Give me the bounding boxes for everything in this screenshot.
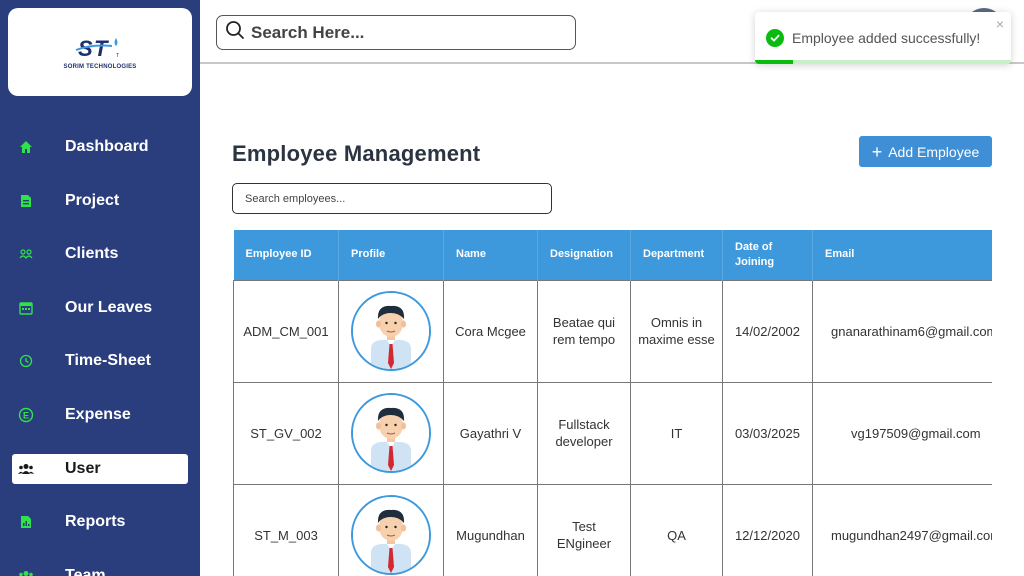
cell-employee-id: ADM_CM_001 [233, 279, 339, 383]
page-title: Employee Management [232, 141, 481, 166]
sidebar-item-team[interactable]: Team [12, 561, 188, 576]
sidebar-item-label: User [65, 460, 101, 477]
column-header-profile[interactable]: Profile [338, 230, 444, 280]
cell-name: Cora Mcgee [443, 279, 538, 383]
sidebar-item-dashboard[interactable]: Dashboard [12, 132, 188, 162]
success-toast: Employee added successfully! × [755, 12, 1011, 64]
cell-designation: Beatae qui rem tempo [537, 279, 631, 383]
toast-progress-bar [755, 60, 1011, 64]
team-icon [18, 568, 34, 576]
brand-logo[interactable]: S T T SORIM TECHNOLOGIES [8, 8, 192, 96]
company-name: SORIM TECHNOLOGIES [63, 64, 137, 70]
sidebar-item-label: Team [65, 567, 106, 576]
sidebar-item-label: Time-Sheet [65, 352, 151, 369]
search-icon [225, 20, 245, 45]
cell-name: Gayathri V [443, 381, 538, 485]
employee-avatar[interactable] [351, 495, 431, 575]
cell-date-of-joining: 03/03/2025 [722, 381, 813, 485]
employee-search-input[interactable] [232, 183, 552, 214]
cell-profile [338, 279, 444, 383]
column-header-department[interactable]: Department [630, 230, 723, 280]
sidebar-item-time-sheet[interactable]: Time-Sheet [12, 346, 188, 376]
toast-progress-fill [755, 60, 794, 64]
cell-profile [338, 483, 444, 576]
cell-email: gnanarathinam6@gmail.com [812, 279, 992, 383]
sidebar-item-our-leaves[interactable]: Our Leaves [12, 293, 188, 323]
cell-designation: Test ENgineer [537, 483, 631, 576]
table-row[interactable]: ST_GV_002 Gayathri V Fullstack developer… [233, 381, 992, 485]
cell-department: IT [630, 381, 723, 485]
add-employee-label: Add Employee [888, 143, 980, 160]
sidebar-item-project[interactable]: Project [12, 186, 188, 216]
cell-designation: Fullstack developer [537, 381, 631, 485]
global-search-input[interactable] [251, 22, 551, 43]
sidebar-item-expense[interactable]: E Expense [12, 400, 188, 430]
cell-employee-id: ST_M_003 [233, 483, 339, 576]
sidebar-item-reports[interactable]: Reports [12, 507, 188, 537]
sidebar-item-label: Our Leaves [65, 299, 153, 316]
home-icon [18, 139, 34, 155]
table-row[interactable]: ST_M_003 Mugundhan Test ENgineer QA 12/1… [233, 483, 992, 576]
logo-mark: S T T [72, 34, 128, 62]
sidebar-item-label: Clients [65, 245, 119, 262]
table-row[interactable]: ADM_CM_001 Cora Mcgee Beatae qui rem tem… [233, 279, 992, 383]
cell-email: vg197509@gmail.com [812, 381, 992, 485]
sidebar-item-label: Expense [65, 406, 131, 423]
svg-text:T: T [116, 53, 119, 59]
column-header-date-of-joining[interactable]: Date of Joining [722, 230, 813, 280]
employee-table-container[interactable]: Employee ID Profile Name Designation Dep… [233, 230, 992, 576]
column-header-employee-id[interactable]: Employee ID [233, 230, 339, 280]
cell-department: QA [630, 483, 723, 576]
document-icon [18, 193, 34, 209]
sidebar-item-label: Project [65, 192, 120, 209]
column-header-email[interactable]: Email [812, 230, 992, 280]
clients-icon [18, 246, 34, 262]
employee-avatar[interactable] [351, 393, 431, 473]
close-icon[interactable]: × [996, 16, 1004, 32]
users-icon [18, 461, 34, 477]
table-header-row: Employee ID Profile Name Designation Dep… [233, 230, 992, 280]
expense-icon: E [18, 407, 34, 423]
cell-department: Omnis in maxime esse [630, 279, 723, 383]
cell-date-of-joining: 12/12/2020 [722, 483, 813, 576]
sidebar-item-user[interactable]: User [12, 454, 188, 484]
cell-name: Mugundhan [443, 483, 538, 576]
cell-profile [338, 381, 444, 485]
global-search[interactable] [216, 15, 576, 50]
check-circle-icon [766, 29, 784, 47]
svg-text:E: E [23, 411, 29, 421]
sidebar-item-label: Dashboard [65, 138, 149, 155]
employee-table: Employee ID Profile Name Designation Dep… [233, 230, 992, 576]
sidebar-item-label: Reports [65, 513, 126, 530]
cell-employee-id: ST_GV_002 [233, 381, 339, 485]
sidebar-item-clients[interactable]: Clients [12, 239, 188, 269]
employee-avatar[interactable] [351, 291, 431, 371]
sidebar: S T T SORIM TECHNOLOGIES Dashboard Proje… [0, 0, 200, 576]
cell-email: mugundhan2497@gmail.com [812, 483, 992, 576]
cell-date-of-joining: 14/02/2002 [722, 279, 813, 383]
column-header-designation[interactable]: Designation [537, 230, 631, 280]
svg-text:T: T [94, 36, 109, 61]
calendar-icon [18, 300, 34, 316]
report-icon [18, 514, 34, 530]
plus-icon: + [871, 141, 883, 162]
clock-icon [18, 353, 34, 369]
toast-message: Employee added successfully! [792, 30, 981, 46]
add-employee-button[interactable]: + Add Employee [859, 136, 992, 167]
column-header-name[interactable]: Name [443, 230, 538, 280]
